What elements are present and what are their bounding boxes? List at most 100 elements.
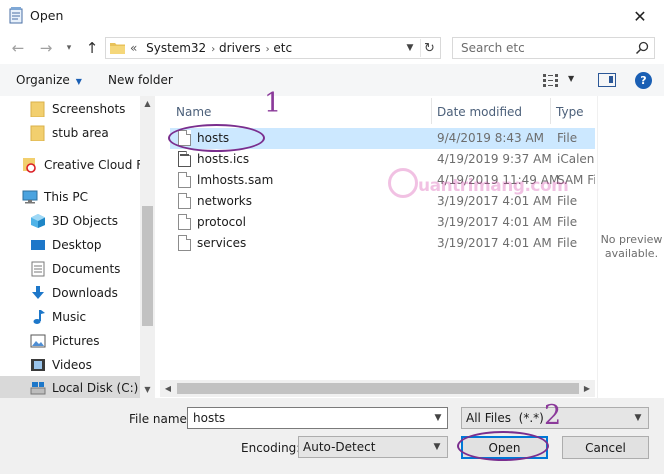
lightbulb-logo-icon <box>388 168 418 198</box>
preview-pane-button[interactable] <box>598 73 616 87</box>
navigation-pane: Screenshots stub area Creative Cloud Fil… <box>0 96 155 398</box>
calendar-file-icon <box>178 151 191 167</box>
arrow-right-icon: → <box>39 39 53 57</box>
sidebar-item-stub-area[interactable]: stub area <box>0 121 140 145</box>
file-date: 3/19/2017 4:01 AM <box>437 236 552 250</box>
downloads-icon <box>32 286 44 299</box>
help-icon: ? <box>640 74 647 87</box>
file-name: services <box>197 236 247 250</box>
command-bar: Organize ▼ New folder ▼ ? <box>0 64 664 96</box>
sidebar-item-creative-cloud[interactable]: Creative Cloud Fil <box>0 153 149 177</box>
3d-objects-icon <box>31 214 45 228</box>
annotation-number-2: 2 <box>544 400 562 431</box>
back-button[interactable]: ← <box>8 38 28 58</box>
sidebar-item-desktop[interactable]: Desktop <box>0 233 140 257</box>
file-type-filter-value: All Files (*.*) <box>466 411 544 425</box>
chevron-down-icon[interactable]: ▼ <box>430 410 446 426</box>
refresh-button[interactable]: ↻ <box>420 39 438 57</box>
chevron-down-icon[interactable]: ▼ <box>429 439 445 455</box>
view-dropdown-icon[interactable]: ▼ <box>568 74 574 83</box>
chevron-right-icon[interactable]: › <box>266 44 270 55</box>
breadcrumb-overflow[interactable]: « <box>130 41 137 55</box>
organize-button[interactable]: Organize ▼ <box>16 73 82 87</box>
forward-button[interactable]: → <box>36 38 56 58</box>
address-dropdown-button[interactable]: ▼ <box>402 40 418 56</box>
breadcrumb-system32[interactable]: System32 <box>146 41 206 55</box>
scrollbar-thumb[interactable] <box>142 206 153 326</box>
breadcrumb: « System32 › drivers › etc <box>130 41 292 55</box>
column-header-name[interactable]: Name <box>170 99 430 125</box>
file-name-label: File name: <box>129 412 191 426</box>
sidebar-item-documents[interactable]: Documents <box>0 257 140 281</box>
horizontal-scrollbar[interactable]: ◀ ▶ <box>160 380 595 397</box>
file-row-hosts-ics[interactable]: hosts.ics 4/19/2019 9:37 AM iCalend <box>170 149 595 170</box>
new-folder-button[interactable]: New folder <box>108 73 173 87</box>
close-icon: ✕ <box>633 6 647 26</box>
sidebar-item-music[interactable]: Music <box>0 305 140 329</box>
chevron-down-icon: ▼ <box>406 43 414 53</box>
chevron-down-icon[interactable]: ▼ <box>630 410 646 426</box>
folder-icon <box>30 125 45 141</box>
videos-icon <box>31 359 45 371</box>
preview-pane: No preview available. <box>597 96 664 398</box>
file-row-protocol[interactable]: protocol 3/19/2017 4:01 AM File <box>170 212 595 233</box>
drive-icon <box>30 382 46 395</box>
file-row-services[interactable]: services 3/19/2017 4:01 AM File <box>170 233 595 254</box>
search-icon[interactable] <box>635 41 649 55</box>
scroll-down-icon[interactable]: ▼ <box>140 382 155 396</box>
cancel-button[interactable]: Cancel <box>562 436 649 459</box>
file-icon <box>178 193 191 209</box>
file-type: File <box>557 236 578 250</box>
pictures-icon <box>30 334 46 348</box>
column-header-type[interactable]: Type <box>550 99 595 125</box>
file-name-input[interactable]: hosts ▼ <box>187 407 448 429</box>
recent-locations-button[interactable]: ▾ <box>62 38 76 58</box>
help-button[interactable]: ? <box>635 72 652 89</box>
file-type: File <box>557 131 578 145</box>
organize-label: Organize <box>16 73 70 87</box>
scroll-up-icon[interactable]: ▲ <box>140 96 155 110</box>
sidebar-item-label: Screenshots <box>52 102 126 116</box>
sidebar-item-label: Desktop <box>52 238 102 252</box>
column-header-date[interactable]: Date modified <box>431 99 549 125</box>
sidebar-item-screenshots[interactable]: Screenshots <box>0 97 140 121</box>
scroll-right-icon[interactable]: ▶ <box>579 380 595 397</box>
sidebar-item-this-pc[interactable]: This PC <box>0 185 140 209</box>
file-type: File <box>557 194 578 208</box>
chevron-right-icon[interactable]: › <box>211 44 215 55</box>
scrollbar-thumb[interactable] <box>177 383 579 394</box>
file-icon <box>178 214 191 230</box>
notepad-icon <box>9 7 23 24</box>
sidebar-item-downloads[interactable]: Downloads <box>0 281 140 305</box>
refresh-icon: ↻ <box>424 40 435 56</box>
encoding-select[interactable]: Auto-Detect ▼ <box>298 436 448 458</box>
encoding-value: Auto-Detect <box>303 440 376 454</box>
search-box[interactable]: Search etc <box>452 37 655 59</box>
annotation-number-1: 1 <box>264 88 282 119</box>
sidebar-item-label: Downloads <box>52 286 118 300</box>
sidebar-item-local-disk[interactable]: Local Disk (C:) <box>0 376 140 398</box>
sidebar-item-pictures[interactable]: Pictures <box>0 329 140 353</box>
sidebar-scrollbar[interactable]: ▲ ▼ <box>140 96 155 398</box>
file-name-value: hosts <box>193 411 226 425</box>
window-title: Open <box>30 8 64 23</box>
sidebar-item-3d-objects[interactable]: 3D Objects <box>0 209 140 233</box>
up-button[interactable]: ↑ <box>82 38 102 58</box>
sidebar-item-label: Documents <box>52 262 121 276</box>
sidebar-item-videos[interactable]: Videos <box>0 353 140 377</box>
file-name: lmhosts.sam <box>197 173 274 187</box>
search-input[interactable]: Search etc <box>461 41 525 55</box>
address-bar[interactable]: « System32 › drivers › etc ▼ ↻ <box>105 37 441 59</box>
sidebar-item-label: stub area <box>52 126 109 140</box>
sidebar-item-label: This PC <box>44 190 88 204</box>
watermark: uantrimang.com <box>388 168 569 208</box>
close-button[interactable]: ✕ <box>618 2 662 30</box>
view-options-icon[interactable] <box>542 72 562 88</box>
breadcrumb-drivers[interactable]: drivers <box>219 41 261 55</box>
scroll-left-icon[interactable]: ◀ <box>160 380 176 397</box>
breadcrumb-etc[interactable]: etc <box>273 41 292 55</box>
folder-icon <box>30 101 45 117</box>
annotation-ellipse-open <box>457 431 549 461</box>
arrow-left-icon: ← <box>11 39 25 57</box>
arrow-up-icon: ↑ <box>85 39 99 57</box>
